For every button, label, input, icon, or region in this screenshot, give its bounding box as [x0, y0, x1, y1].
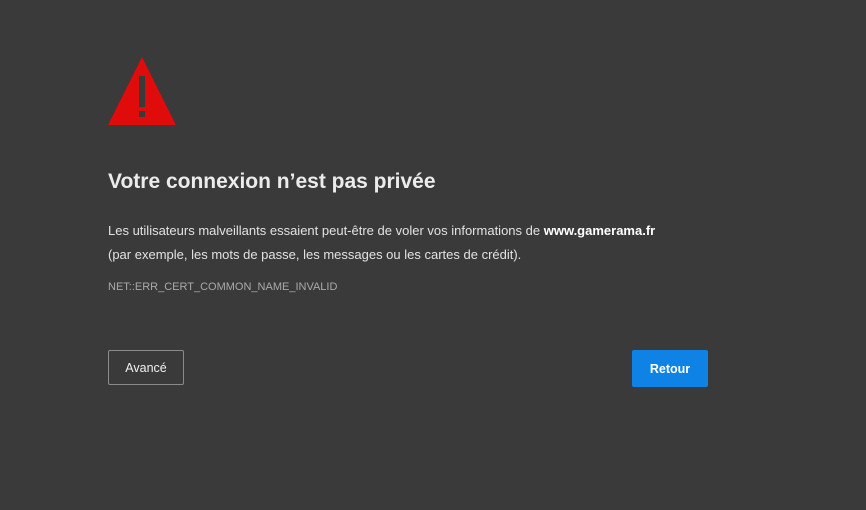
error-message: Les utilisateurs malveillants essaient p…	[108, 219, 748, 267]
page-title: Votre connexion n’est pas privée	[108, 170, 436, 193]
back-button[interactable]: Retour	[632, 350, 708, 387]
error-page: Votre connexion n’est pas privée Les uti…	[0, 0, 866, 510]
warning-triangle-icon	[107, 56, 177, 126]
advanced-button[interactable]: Avancé	[108, 350, 184, 385]
error-code: NET::ERR_CERT_COMMON_NAME_INVALID	[108, 281, 338, 293]
message-suffix: (par exemple, les mots de passe, les mes…	[108, 247, 522, 262]
host-name: www.gamerama.fr	[543, 223, 656, 238]
message-prefix: Les utilisateurs malveillants essaient p…	[108, 223, 544, 238]
